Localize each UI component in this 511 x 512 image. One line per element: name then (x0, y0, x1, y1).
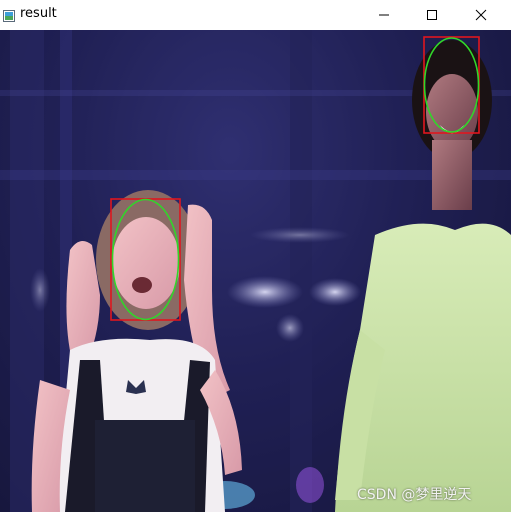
image-window-icon (3, 7, 15, 22)
minimize-button[interactable] (361, 0, 407, 30)
minimize-icon (378, 9, 390, 21)
close-icon (475, 9, 487, 21)
window-title: result (20, 6, 57, 21)
watermark-text: CSDN @梦里逆天 (357, 487, 472, 503)
result-image (0, 30, 511, 512)
maximize-icon (426, 9, 438, 21)
photo-scene (0, 30, 511, 512)
close-button[interactable] (458, 0, 504, 30)
maximize-button[interactable] (409, 0, 455, 30)
window-title-bar: result (0, 0, 511, 30)
